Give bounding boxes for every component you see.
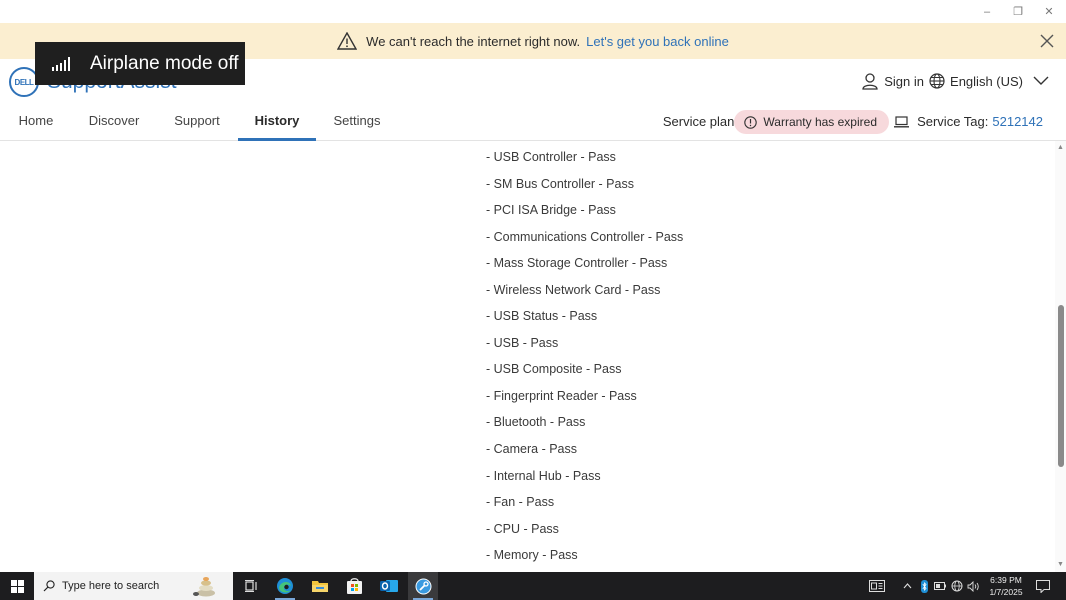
close-window-button[interactable]: ✕ <box>1034 0 1064 23</box>
globe-icon <box>929 73 945 89</box>
list-item: - USB Controller - Pass <box>486 150 616 164</box>
reconnect-link[interactable]: Let's get you back online <box>586 34 729 49</box>
chevron-up-icon <box>903 583 911 589</box>
signal-bars-icon <box>52 56 70 71</box>
outlook-icon <box>380 580 398 592</box>
action-center-button[interactable] <box>1032 572 1054 600</box>
tray-bluetooth[interactable] <box>917 572 931 600</box>
list-item: - Bluetooth - Pass <box>486 415 586 430</box>
list-item: - Wireless Network Card - Pass <box>486 282 661 297</box>
tab-discover[interactable]: Discover <box>80 104 148 141</box>
supportassist-icon <box>415 578 431 594</box>
language-selector[interactable]: English (US) <box>929 73 1054 89</box>
service-tag-label: Service Tag: <box>917 114 989 129</box>
clock-time: 6:39 PM <box>990 575 1022 585</box>
info-circle-icon <box>744 115 758 129</box>
scrollbar-thumb[interactable] <box>1058 305 1064 467</box>
banner-close-button[interactable] <box>1038 32 1056 50</box>
clock-date: 1/7/2025 <box>989 587 1023 597</box>
list-item: - CPU - Pass <box>486 521 559 536</box>
title-bar: – ❐ ✕ <box>0 0 1066 23</box>
list-item: - USB Status - Pass <box>486 309 598 324</box>
tab-home[interactable]: Home <box>10 104 62 141</box>
service-tag-value[interactable]: 5212142 <box>992 114 1043 129</box>
list-item: - Memory - Pass <box>486 548 578 563</box>
vertical-scrollbar[interactable]: ▲ ▼ <box>1055 141 1066 572</box>
task-view-icon <box>244 580 257 592</box>
taskbar-search-input[interactable]: Type here to search <box>34 572 233 600</box>
globe-network-icon <box>951 580 963 592</box>
maximize-button[interactable]: ❐ <box>1003 0 1033 23</box>
bluetooth-icon <box>920 579 928 593</box>
list-item: - Communications Controller - Pass <box>486 229 684 244</box>
user-icon <box>862 73 878 90</box>
search-highlight-pebbles-icon <box>193 577 215 597</box>
tab-settings[interactable]: Settings <box>326 104 388 141</box>
task-view-button[interactable] <box>236 572 266 600</box>
store-icon <box>346 578 362 594</box>
list-item: - Fan - Pass <box>486 495 555 510</box>
banner-message: We can't reach the internet right now. <box>366 33 581 49</box>
taskbar-app-store[interactable] <box>339 572 369 600</box>
history-content: - USB Controller - Pass - SM Bus Control… <box>0 141 1055 572</box>
taskbar-app-outlook[interactable] <box>374 572 404 600</box>
tray-battery[interactable] <box>933 572 947 600</box>
notification-icon <box>1036 579 1050 593</box>
edge-icon <box>277 578 293 594</box>
windows-logo-icon <box>10 579 24 593</box>
warranty-status-text: Warranty has expired <box>763 115 877 129</box>
taskbar: Type here to search 6:39 PM 1/7/2025 <box>0 572 1066 600</box>
list-item: - PCI ISA Bridge - Pass <box>486 203 616 218</box>
show-hidden-icons-button[interactable] <box>900 572 914 600</box>
service-plan-label: Service plan: <box>662 114 738 129</box>
list-item: - Mass Storage Controller - Pass <box>486 256 668 271</box>
search-placeholder: Type here to search <box>62 580 160 592</box>
taskbar-clock[interactable]: 6:39 PM 1/7/2025 <box>988 574 1024 598</box>
sign-in-button[interactable]: Sign in <box>862 73 924 90</box>
main-nav: Home Discover Support History Settings S… <box>0 104 1066 141</box>
minimize-button[interactable]: – <box>972 0 1002 23</box>
news-icon <box>869 580 885 592</box>
taskbar-app-edge[interactable] <box>270 572 300 600</box>
list-item: - Camera - Pass <box>486 442 577 457</box>
close-icon <box>1040 34 1054 48</box>
tray-news-widget[interactable] <box>866 572 888 600</box>
speaker-icon <box>967 580 979 592</box>
start-button[interactable] <box>0 572 34 600</box>
folder-icon <box>312 581 328 592</box>
list-item: - Fingerprint Reader - Pass <box>486 388 637 403</box>
battery-icon <box>934 582 946 590</box>
toast-text: Airplane mode off <box>90 52 239 74</box>
tray-network[interactable] <box>949 572 965 600</box>
search-icon <box>43 580 55 592</box>
scroll-up-arrow-icon[interactable]: ▲ <box>1056 144 1065 152</box>
chevron-down-icon <box>1033 76 1049 85</box>
sign-in-label: Sign in <box>884 74 924 89</box>
scroll-down-arrow-icon[interactable]: ▼ <box>1056 561 1065 569</box>
warranty-status-badge[interactable]: Warranty has expired <box>734 110 889 134</box>
tab-history[interactable]: History <box>238 104 316 141</box>
taskbar-app-file-explorer[interactable] <box>305 572 335 600</box>
list-item: - USB Composite - Pass <box>486 362 622 377</box>
list-item: - Internal Hub - Pass <box>486 468 601 483</box>
tray-volume[interactable] <box>965 572 983 600</box>
warning-triangle-icon <box>337 32 358 50</box>
list-item: - USB - Pass <box>486 335 559 350</box>
airplane-mode-toast: Airplane mode off <box>35 42 245 85</box>
diagnostic-results-list: - USB Controller - Pass - SM Bus Control… <box>486 149 683 572</box>
service-tag: Service Tag: 5212142 <box>894 114 1043 129</box>
taskbar-app-supportassist[interactable] <box>408 572 438 600</box>
language-label: English (US) <box>950 73 1023 89</box>
tab-support[interactable]: Support <box>166 104 228 141</box>
laptop-icon <box>894 115 910 128</box>
list-item: - SM Bus Controller - Pass <box>486 176 634 191</box>
